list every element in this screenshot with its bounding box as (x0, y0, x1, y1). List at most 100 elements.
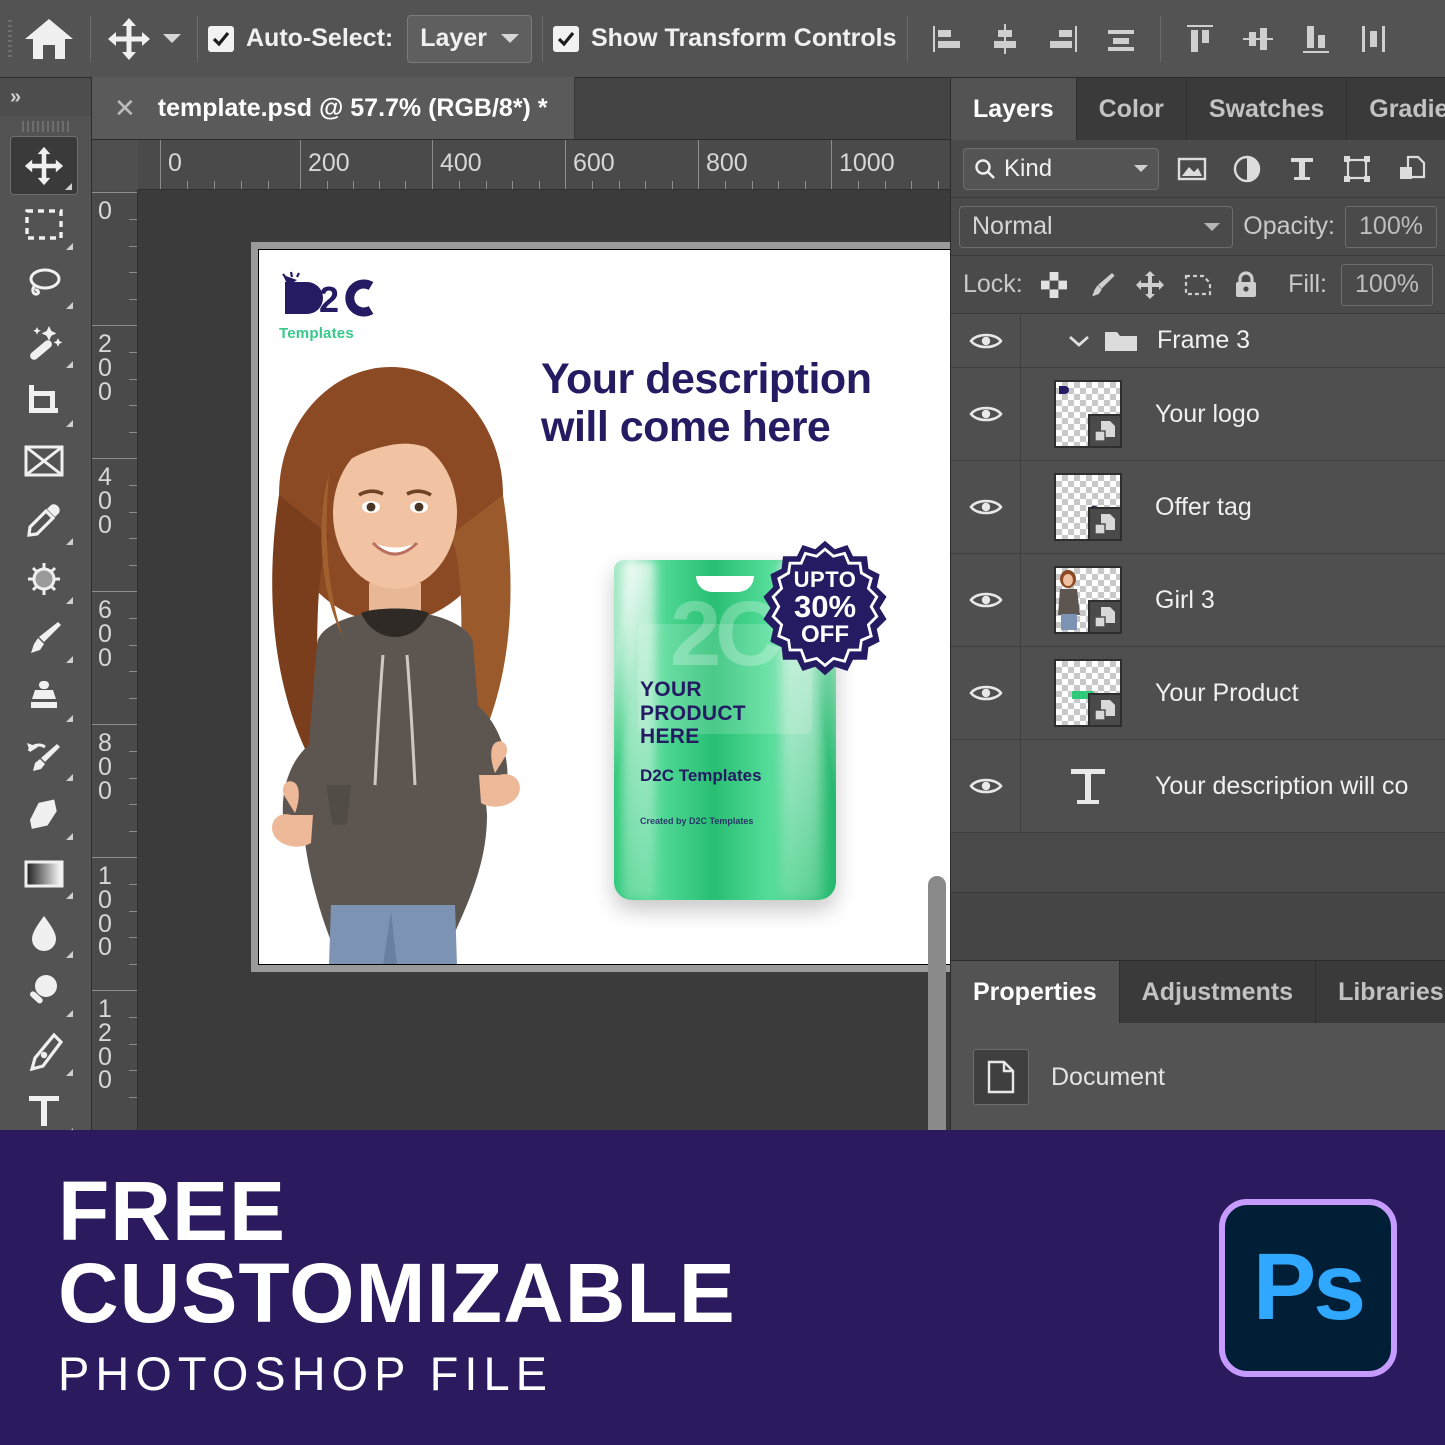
filter-shape-layers-button[interactable] (1335, 148, 1378, 190)
clone-stamp-tool-button[interactable] (10, 667, 78, 726)
dodge-tool-button[interactable] (10, 962, 78, 1021)
move-tool-button[interactable] (10, 136, 78, 195)
fill-input[interactable]: 100% (1341, 264, 1433, 306)
tab-adjustments[interactable]: Adjustments (1120, 961, 1316, 1023)
vertical-ruler[interactable]: 0 200 400 600 800 1000 1200 (92, 190, 138, 1130)
pixel-layer-filter-icon (1177, 156, 1207, 182)
promo-banner: FREE CUSTOMIZABLE PHOTOSHOP FILE Ps (0, 1130, 1445, 1445)
frame-tool-button[interactable] (10, 431, 78, 490)
layer-row[interactable]: Offer tag (951, 461, 1445, 554)
align-vertical-centers-button[interactable] (1229, 9, 1287, 69)
filter-kind-dropdown[interactable]: Kind (963, 148, 1159, 190)
tab-layers[interactable]: Layers (951, 78, 1077, 140)
gradient-tool-button[interactable] (10, 844, 78, 903)
artboard[interactable]: 2 Templates (258, 249, 950, 965)
lock-position-button[interactable] (1133, 268, 1167, 302)
layer-visibility-toggle[interactable] (951, 314, 1021, 367)
layer-filter-row: Kind (951, 140, 1445, 198)
home-button[interactable] (18, 15, 80, 63)
lock-artboard-nesting-button[interactable] (1181, 268, 1215, 302)
lock-transparent-pixels-button[interactable] (1037, 268, 1071, 302)
girl-image (258, 345, 581, 965)
options-bar-grip[interactable] (8, 16, 18, 62)
pen-tool-button[interactable] (10, 1021, 78, 1080)
canvas-area[interactable]: 2 Templates (138, 190, 950, 1130)
lasso-tool-button[interactable] (10, 254, 78, 313)
blur-tool-button[interactable] (10, 903, 78, 962)
auto-select-dropdown[interactable]: Layer (407, 15, 532, 63)
tab-libraries[interactable]: Libraries (1316, 961, 1445, 1023)
align-right-edges-button[interactable] (1034, 9, 1092, 69)
layer-name: Your Product (1155, 679, 1299, 708)
align-vertical-centers-icon (1240, 21, 1276, 57)
toolbar-grip[interactable] (0, 116, 91, 136)
ruler-corner[interactable] (92, 140, 138, 190)
show-transform-checkbox[interactable] (553, 26, 579, 52)
toolbar-collapse-button[interactable]: » (0, 78, 91, 116)
layer-visibility-toggle[interactable] (951, 647, 1021, 739)
eyedropper-icon (24, 501, 64, 539)
svg-text:2: 2 (319, 279, 339, 318)
distribute-vertically-button[interactable] (1345, 9, 1403, 69)
promo-banner-text: FREE CUSTOMIZABLE PHOTOSHOP FILE (58, 1171, 736, 1404)
close-icon[interactable]: ✕ (114, 95, 136, 121)
align-top-edges-button[interactable] (1171, 9, 1229, 69)
layer-row[interactable]: Your logo (951, 368, 1445, 461)
auto-select-checkbox[interactable] (208, 26, 234, 52)
layer-row[interactable]: Your Product (951, 647, 1445, 740)
filter-adjustment-layers-button[interactable] (1225, 148, 1268, 190)
horizontal-ruler[interactable]: 0 200 400 600 800 1000 (92, 140, 950, 190)
tab-gradients[interactable]: Gradien (1347, 78, 1445, 140)
rectangular-marquee-tool-button[interactable] (10, 195, 78, 254)
lock-all-button[interactable] (1229, 268, 1263, 302)
document-tab[interactable]: ✕ template.psd @ 57.7% (RGB/8*) * (92, 77, 575, 139)
distribute-horizontally-button[interactable] (1092, 9, 1150, 69)
tool-flyout-indicator (66, 420, 73, 427)
align-horizontal-centers-button[interactable] (976, 9, 1034, 69)
tab-color[interactable]: Color (1077, 78, 1187, 140)
smart-object-badge (1088, 414, 1122, 448)
eyedropper-tool-button[interactable] (10, 490, 78, 549)
layer-visibility-toggle[interactable] (951, 554, 1021, 646)
smart-object-filter-icon (1398, 155, 1426, 183)
filter-smart-objects-button[interactable] (1390, 148, 1433, 190)
fill-label: Fill: (1288, 270, 1327, 299)
eraser-icon (24, 798, 64, 832)
layer-row[interactable]: Your description will co (951, 740, 1445, 833)
history-brush-tool-button[interactable] (10, 726, 78, 785)
tool-flyout-indicator (66, 892, 73, 899)
layer-visibility-toggle[interactable] (951, 368, 1021, 460)
layer-row[interactable]: Girl 3 (951, 554, 1445, 647)
layer-visibility-toggle[interactable] (951, 461, 1021, 553)
tab-properties[interactable]: Properties (951, 961, 1120, 1023)
filter-type-layers-button[interactable] (1280, 148, 1323, 190)
pouch-placeholder-text: YOUR PRODUCT HERE (640, 678, 746, 749)
opacity-input[interactable]: 100% (1345, 206, 1437, 248)
layer-row-group[interactable]: Frame 3 (951, 314, 1445, 368)
eraser-tool-button[interactable] (10, 785, 78, 844)
filter-pixel-layers-button[interactable] (1171, 148, 1214, 190)
lock-position-icon (1135, 270, 1165, 300)
align-bottom-edges-button[interactable] (1287, 9, 1345, 69)
auto-select-control[interactable]: Auto-Select: Layer (208, 0, 532, 78)
blur-droplet-icon (27, 913, 61, 953)
chevron-down-icon (501, 34, 519, 43)
tool-preset-chevron-icon[interactable] (163, 34, 181, 43)
spot-healing-brush-tool-button[interactable] (10, 549, 78, 608)
smart-object-icon (1093, 605, 1117, 629)
layer-visibility-toggle[interactable] (951, 740, 1021, 832)
show-transform-control[interactable]: Show Transform Controls (553, 0, 897, 78)
brush-tool-button[interactable] (10, 608, 78, 667)
canvas-vertical-scrollbar[interactable] (928, 876, 946, 1130)
ruler-v-label: 0 (98, 200, 124, 224)
active-tool-selector[interactable] (101, 0, 187, 78)
layer-thumbnail-cell (1021, 473, 1155, 541)
align-left-edges-button[interactable] (918, 9, 976, 69)
group-expand-toggle[interactable] (1067, 333, 1091, 349)
chevron-down-icon (1134, 165, 1148, 172)
magic-wand-tool-button[interactable] (10, 313, 78, 372)
lock-image-pixels-button[interactable] (1085, 268, 1119, 302)
crop-tool-button[interactable] (10, 372, 78, 431)
blend-mode-dropdown[interactable]: Normal (959, 206, 1233, 248)
tab-swatches[interactable]: Swatches (1187, 78, 1347, 140)
